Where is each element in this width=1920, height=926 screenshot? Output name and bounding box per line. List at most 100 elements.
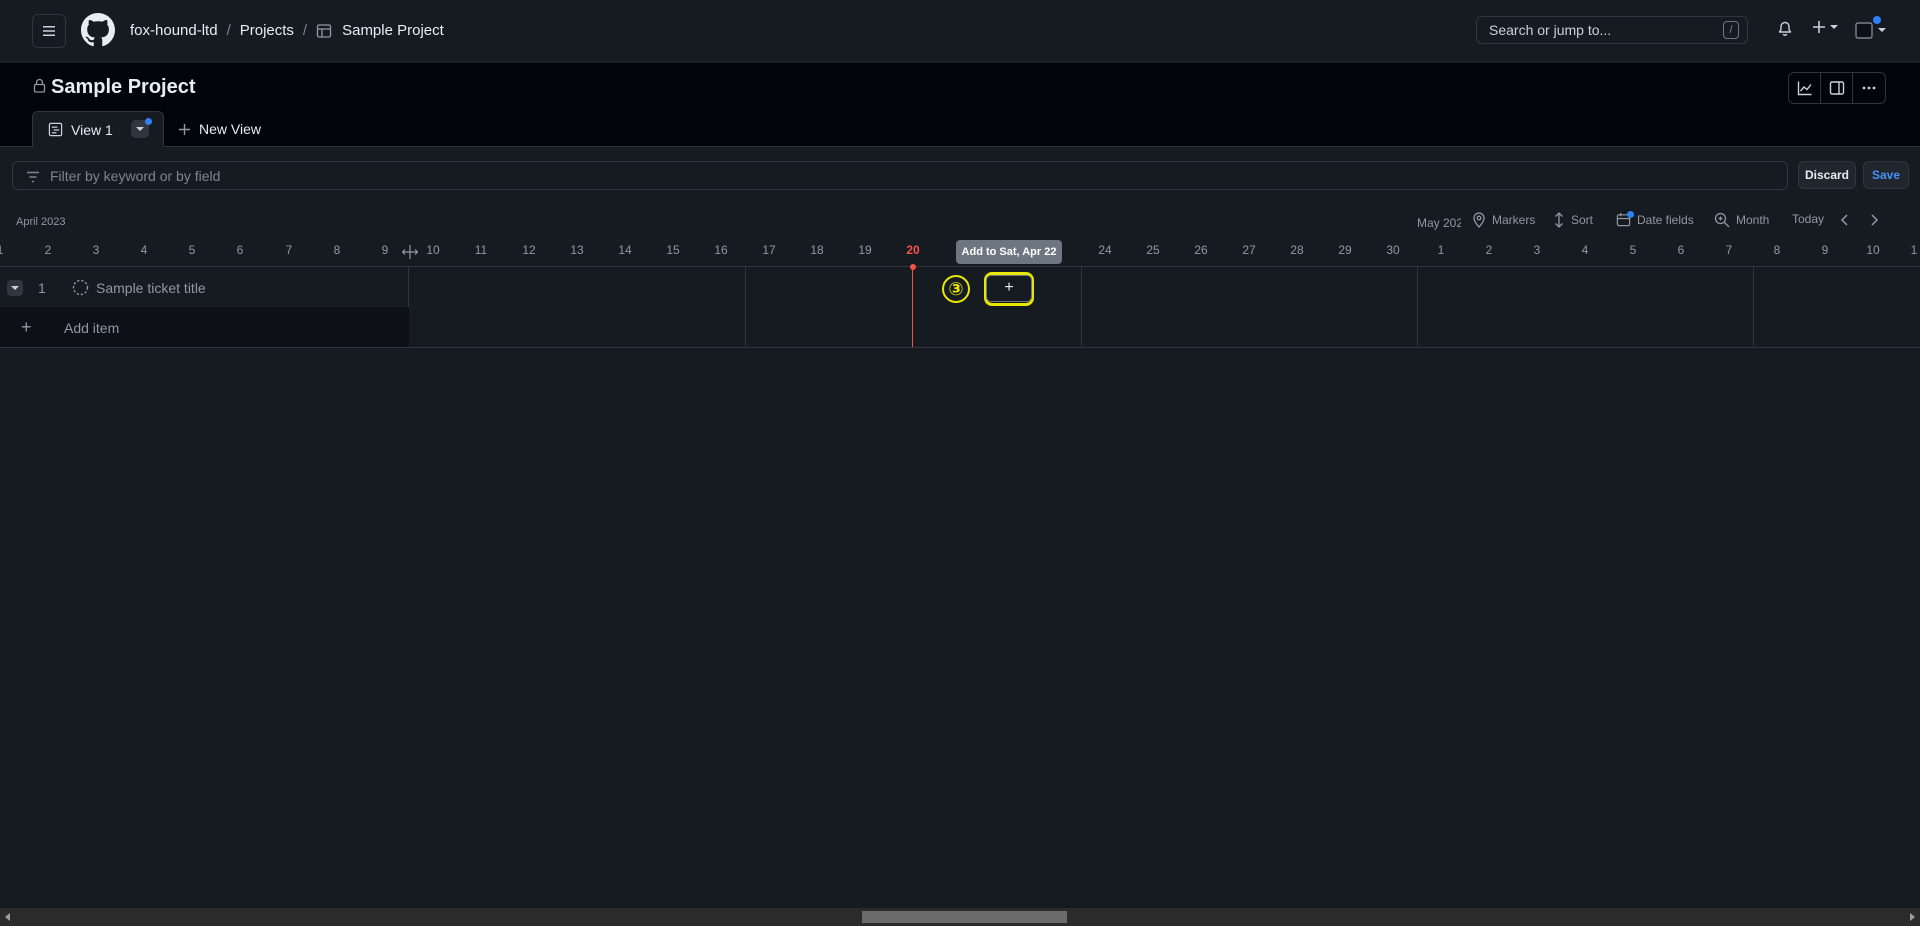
chevron-right-icon — [1871, 214, 1879, 226]
week-gridline — [1753, 267, 1754, 347]
day-label: 9 — [1821, 243, 1829, 257]
new-view-button[interactable]: New View — [178, 121, 261, 137]
today-button[interactable]: Today — [1792, 212, 1824, 226]
row-number: 1 — [38, 280, 46, 296]
horizontal-scrollbar[interactable] — [0, 908, 1920, 926]
lock-icon — [33, 78, 46, 98]
day-label: 7 — [1725, 243, 1733, 257]
day-label: 10 — [1866, 243, 1880, 257]
create-new-button[interactable] — [1812, 20, 1838, 34]
day-label: 18 — [810, 243, 824, 257]
week-gridline — [745, 267, 746, 347]
day-label: 12 — [522, 243, 536, 257]
next-period-button[interactable] — [1869, 214, 1879, 226]
breadcrumb: fox-hound-ltd / Projects / Sample Projec… — [130, 22, 444, 39]
date-fields-indicator-dot — [1627, 211, 1634, 218]
table-icon — [316, 23, 332, 39]
tab-label: View 1 — [71, 121, 113, 138]
day-label: 3 — [92, 243, 100, 257]
day-label: 30 — [1386, 243, 1400, 257]
today-line — [912, 267, 913, 347]
today-day-label: 20 — [906, 243, 920, 257]
save-button[interactable]: Save — [1863, 161, 1909, 189]
tab-view-1[interactable]: View 1 — [32, 111, 164, 147]
plus-icon — [178, 123, 191, 135]
add-item-row[interactable]: + Add item — [0, 307, 409, 347]
empty-timeline-area — [0, 349, 1920, 908]
day-label: 1 — [0, 243, 15, 257]
chevron-left-icon — [1840, 214, 1848, 226]
month-label-may: May 2023 — [1417, 216, 1461, 230]
triangle-down-icon — [136, 127, 144, 131]
day-label: 27 — [1242, 243, 1256, 257]
breadcrumb-projects-link[interactable]: Projects — [240, 22, 294, 39]
graph-icon — [1797, 81, 1812, 96]
items-pane: 1 Sample ticket title + Add item — [0, 267, 409, 347]
side-panel-button[interactable] — [1821, 73, 1853, 103]
project-actions — [1788, 72, 1886, 104]
day-label: 4 — [1581, 243, 1589, 257]
location-pin-icon — [1473, 212, 1485, 228]
sort-label: Sort — [1571, 213, 1594, 227]
triangle-down-icon — [11, 286, 19, 290]
add-to-date-button[interactable]: + — [986, 275, 1032, 302]
day-label: 26 — [1194, 243, 1208, 257]
bell-icon[interactable] — [1777, 21, 1793, 42]
filter-input[interactable]: Filter by keyword or by field — [12, 161, 1788, 190]
day-label: 29 — [1338, 243, 1352, 257]
plus-icon: + — [21, 317, 32, 337]
today-label: Today — [1792, 212, 1825, 226]
collapse-row-button[interactable] — [7, 280, 23, 296]
sort-arrows-icon — [1555, 212, 1563, 228]
discard-button[interactable]: Discard — [1798, 161, 1856, 189]
github-logo-icon[interactable] — [81, 13, 115, 47]
day-label: 6 — [236, 243, 244, 257]
zoom-button[interactable]: Month — [1714, 212, 1769, 228]
filter-icon — [26, 170, 40, 186]
day-label: 1 — [1910, 243, 1918, 257]
scroll-right-icon[interactable] — [1910, 913, 1915, 921]
chevron-down-icon — [1878, 28, 1886, 32]
day-label: 6 — [1677, 243, 1685, 257]
previous-period-button[interactable] — [1840, 214, 1850, 226]
item-title[interactable]: Sample ticket title — [96, 280, 206, 296]
search-placeholder: Search or jump to... — [1489, 22, 1612, 38]
day-label: 8 — [1773, 243, 1781, 257]
plus-icon — [1813, 21, 1825, 33]
week-gridline — [1081, 267, 1082, 347]
search-shortcut-key: / — [1723, 21, 1739, 39]
month-label-april: April 2023 — [16, 216, 66, 228]
scrollbar-thumb[interactable] — [862, 911, 1067, 923]
day-label: 2 — [1485, 243, 1493, 257]
zoom-in-icon — [1714, 212, 1730, 228]
search-input[interactable]: Search or jump to... / — [1476, 16, 1748, 44]
day-label: 9 — [381, 243, 389, 257]
insights-button[interactable] — [1789, 73, 1821, 103]
day-label: 5 — [188, 243, 196, 257]
avatar — [1855, 22, 1873, 39]
add-item-label: Add item — [64, 320, 120, 336]
unsaved-changes-dot — [145, 118, 152, 125]
date-fields-button[interactable]: Date fields — [1616, 211, 1694, 227]
day-label: 15 — [666, 243, 680, 257]
menu-icon[interactable] — [32, 14, 66, 48]
day-label: 19 — [858, 243, 872, 257]
roadmap-icon — [48, 122, 63, 137]
zoom-label: Month — [1736, 213, 1770, 227]
breadcrumb-org-link[interactable]: fox-hound-ltd — [130, 22, 218, 39]
breadcrumb-project-link[interactable]: Sample Project — [342, 22, 444, 39]
day-label: 28 — [1290, 243, 1304, 257]
markers-button[interactable]: Markers — [1472, 212, 1535, 228]
user-avatar-button[interactable] — [1855, 16, 1886, 40]
day-label: 1 — [1437, 243, 1445, 257]
sort-button[interactable]: Sort — [1553, 212, 1593, 228]
table-row[interactable]: 1 Sample ticket title — [0, 267, 409, 307]
more-options-button[interactable] — [1853, 73, 1885, 103]
column-resize-handle-icon[interactable] — [401, 245, 419, 264]
day-label: 3 — [1533, 243, 1541, 257]
scroll-left-icon[interactable] — [5, 913, 10, 921]
breadcrumb-separator: / — [302, 22, 308, 39]
page-title: Sample Project — [51, 76, 196, 98]
day-label: 17 — [762, 243, 776, 257]
draft-status-icon — [72, 279, 89, 299]
